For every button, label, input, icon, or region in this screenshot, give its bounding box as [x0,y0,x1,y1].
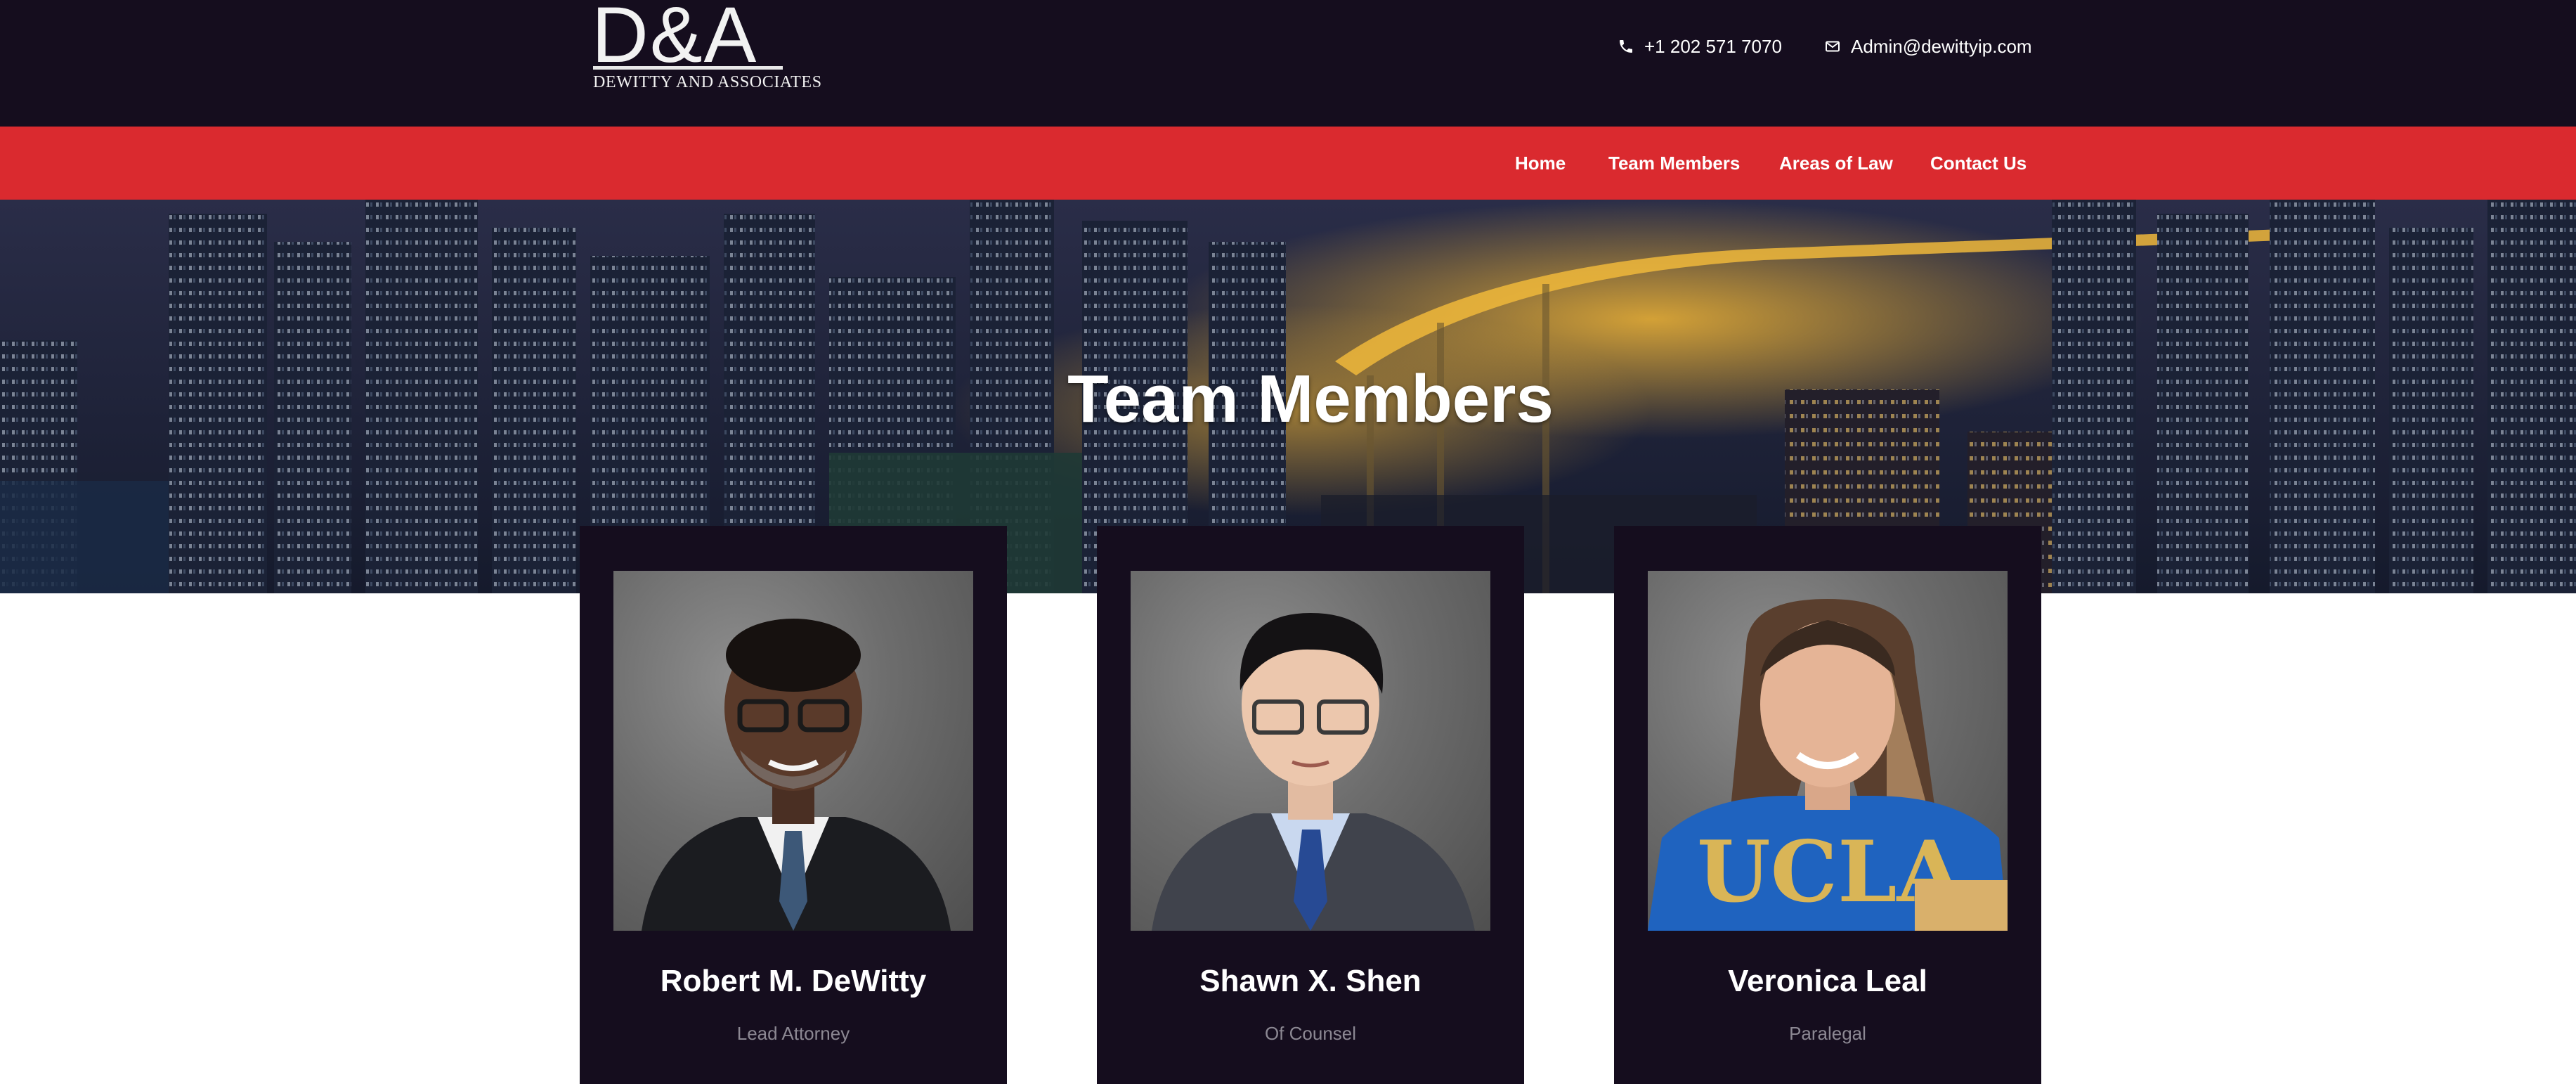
member-role: Paralegal [1789,1023,1866,1044]
member-photo [613,571,973,931]
nav-item-home[interactable]: Home [1515,127,1566,200]
member-name: Shawn X. Shen [1199,964,1422,998]
phone-contact[interactable]: +1 202 571 7070 [1618,34,1782,59]
logo-mark: D&A [592,0,758,79]
team-member-card[interactable]: UCLA Veronica Leal Paralegal [1614,526,2041,1084]
main-nav: Home Team Members Areas of Law Contact U… [0,127,2576,200]
nav-item-areas-of-law[interactable]: Areas of Law [1779,127,1893,200]
nav-item-team-members[interactable]: Team Members [1608,127,1740,200]
page-title: Team Members [1067,361,1554,437]
logo-firm-name: DEWITTY AND ASSOCIATES [593,73,822,91]
email-address: Admin@dewittyip.com [1851,35,2032,57]
nav-item-contact-us[interactable]: Contact Us [1930,127,2027,200]
email-contact[interactable]: Admin@dewittyip.com [1824,34,2032,59]
team-member-card[interactable]: Shawn X. Shen Of Counsel [1097,526,1524,1084]
phone-icon [1620,40,1632,53]
logo-divider [593,66,783,70]
member-photo [1131,571,1490,931]
member-role: Lead Attorney [736,1023,850,1044]
envelope-icon [1826,41,1840,52]
member-name: Veronica Leal [1728,964,1927,998]
member-role: Of Counsel [1264,1023,1357,1044]
team-member-card[interactable]: Robert M. DeWitty Lead Attorney [580,526,1007,1084]
member-name: Robert M. DeWitty [660,964,927,998]
top-header: D&A DEWITTY AND ASSOCIATES +1 202 571 70… [0,0,2576,127]
member-photo: UCLA [1648,571,2008,931]
phone-number: +1 202 571 7070 [1644,35,1782,57]
site-logo[interactable]: D&A DEWITTY AND ASSOCIATES [592,0,824,98]
